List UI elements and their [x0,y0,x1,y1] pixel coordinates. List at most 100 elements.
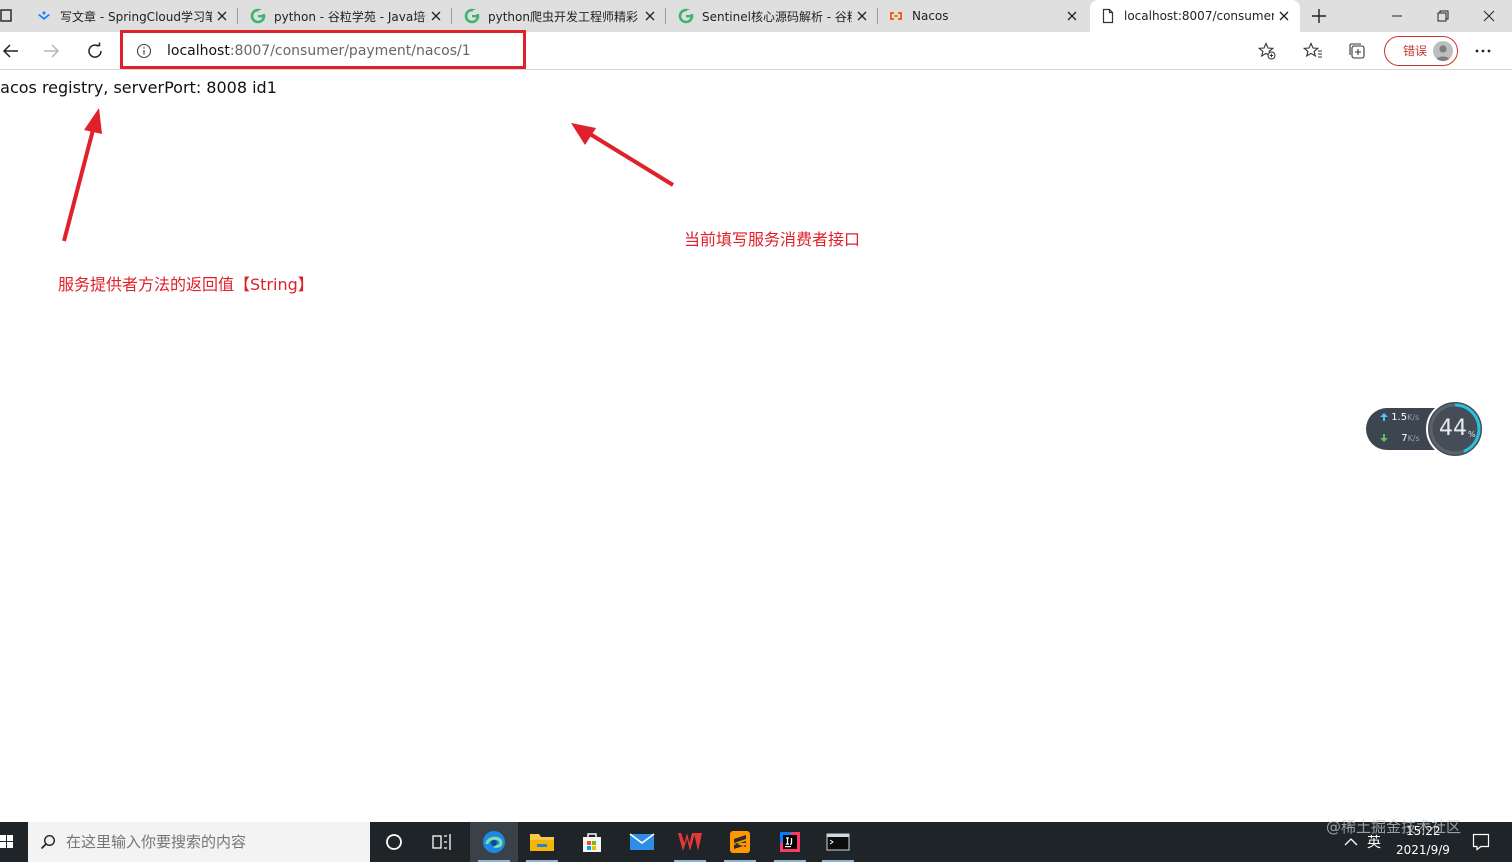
guli-icon [250,8,266,24]
upload-value: 1.5 [1391,412,1408,423]
info-icon[interactable] [136,43,152,59]
tab-guli-sentinel[interactable]: Sentinel核心源码解析 - 谷粒 [668,0,878,32]
upload-unit: K/s [1407,413,1420,422]
taskbar-search[interactable] [28,822,370,862]
terminal-icon [826,833,850,851]
folder-icon [530,834,554,851]
refresh-button[interactable] [84,40,106,62]
restore-icon [1437,10,1449,22]
tab-strip: 写文章 - SpringCloud学习笔 python - 谷粒学苑 - Jav… [0,0,1512,32]
tab-guli-spider[interactable]: python爬虫开发工程师精彩 [454,0,666,32]
upload-speed: 1.5K/s [1380,412,1419,423]
store-bag-icon [583,833,601,852]
avatar [1433,41,1453,61]
chevron-up-icon[interactable] [1344,838,1358,846]
tab-nacos[interactable]: Nacos [878,0,1088,32]
close-icon[interactable] [1274,6,1294,26]
tab-actions-icon[interactable] [0,9,12,22]
taskbar-wps[interactable] [666,822,714,862]
notification-icon[interactable] [1472,833,1490,851]
annotation-arrows [62,108,675,242]
juejin-icon [38,11,50,20]
task-view-icon [432,834,451,850]
taskbar-edge[interactable] [470,822,518,862]
tab-title: 写文章 - SpringCloud学习笔 [60,9,212,24]
tab-localhost-active[interactable]: localhost:8007/consumer/p [1090,0,1300,32]
close-icon[interactable] [640,6,660,26]
download-unit: K/s [1407,434,1420,443]
restore-button[interactable] [1420,0,1466,32]
search-icon [40,834,56,850]
url-host: localhost [167,43,230,59]
watermark: @稀土掘金技术社区 [1326,818,1462,836]
close-icon[interactable] [426,6,446,26]
arrow-down-icon [1380,434,1388,442]
profile-status-label: 错误 [1403,44,1428,58]
back-button[interactable] [0,40,22,62]
close-icon[interactable] [1062,6,1082,26]
tab-juejin[interactable]: 写文章 - SpringCloud学习笔 [26,0,238,32]
refresh-icon [88,42,102,58]
tab-separator [665,8,666,24]
url-text[interactable]: localhost:8007/consumer/payment/nacos/1 [167,35,767,67]
tab-separator [451,8,452,24]
tab-title: localhost:8007/consumer/p [1124,9,1274,23]
tab-title: python爬虫开发工程师精彩 [488,9,638,24]
annotation-provider-return: 服务提供者方法的返回值【String】 [58,275,314,294]
arrow-up-icon [1380,413,1388,421]
page-icon [1102,8,1114,24]
memory-usage-dial: 44 % [1426,400,1484,458]
favorites-icon [1303,42,1322,58]
clock-date[interactable]: 2021/9/9 [1396,843,1450,857]
cortana-button[interactable] [370,822,418,862]
address-bar[interactable]: localhost:8007/consumer/payment/nacos/1 [124,35,1284,67]
more-horizontal-icon [1475,49,1491,53]
wps-icon [678,833,702,851]
response-body-text: nacos registry, serverPort: 8008 id1 [0,78,277,97]
guli-icon [678,8,694,24]
collections-button[interactable] [1346,40,1368,62]
taskbar-store[interactable] [568,822,616,862]
annotation-consumer-endpoint: 当前填写服务消费者接口 [684,230,861,249]
mail-icon [629,833,655,850]
windows-start-icon[interactable] [0,834,14,850]
intellij-idea-icon [780,832,800,852]
download-speed: 7K/s [1380,433,1420,444]
sublime-text-icon [730,831,750,853]
taskbar-intellij[interactable] [766,822,814,862]
tab-title: Sentinel核心源码解析 - 谷粒 [702,9,852,24]
arrow-right-icon [44,44,60,58]
forward-button[interactable] [40,40,62,62]
taskbar-file-explorer[interactable] [518,822,566,862]
url-path: :8007/consumer/payment/nacos/1 [229,43,471,59]
percent-sign: % [1468,430,1476,439]
close-icon[interactable] [212,6,232,26]
close-icon [1483,10,1495,22]
edge-browser-icon [483,831,505,853]
minimize-icon [1392,15,1402,17]
tab-guli-python[interactable]: python - 谷粒学苑 - Java培训 [240,0,452,32]
taskbar-search-input[interactable] [66,822,356,862]
add-favorite-icon[interactable] [1258,42,1276,60]
cortana-circle-icon [386,834,402,850]
tab-title: python - 谷粒学苑 - Java培训 [274,9,426,24]
arrow-left-icon [2,44,18,58]
profile-error-button[interactable]: 错误 [1384,36,1458,66]
window-close-button[interactable] [1466,0,1512,32]
favorites-button[interactable] [1302,40,1324,62]
nacos-icon [890,12,902,20]
new-tab-icon[interactable] [1308,6,1330,26]
tab-title: Nacos [912,9,949,23]
network-speed-widget[interactable]: 1.5K/s 7K/s 44 % [1366,400,1488,458]
taskbar-terminal[interactable] [814,822,862,862]
task-view-button[interactable] [418,822,466,862]
settings-more-button[interactable] [1472,40,1494,62]
close-icon[interactable] [852,6,872,26]
taskbar-sublime[interactable] [716,822,764,862]
minimize-button[interactable] [1374,0,1420,32]
guli-icon [464,8,480,24]
arrow-to-response [62,108,102,242]
taskbar-mail[interactable] [618,822,666,862]
tab-separator [237,8,238,24]
screen: 写文章 - SpringCloud学习笔 python - 谷粒学苑 - Jav… [0,0,1512,862]
